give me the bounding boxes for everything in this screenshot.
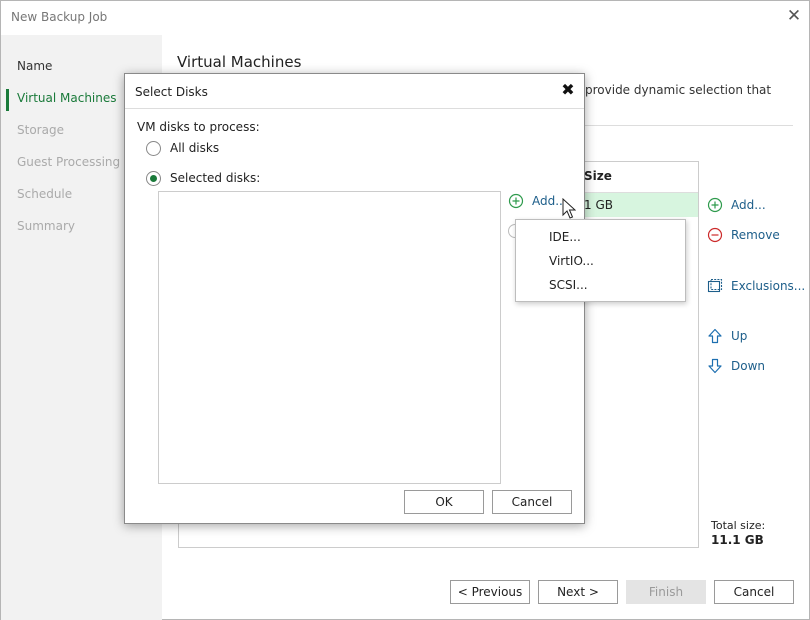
move-down-label: Down (731, 359, 766, 373)
row-size-cell: 1 GB (584, 198, 613, 212)
page-description: provide dynamic selection that (585, 83, 772, 97)
exclusions-button[interactable]: Exclusions... (707, 277, 805, 295)
cancel-button[interactable]: Cancel (714, 580, 794, 604)
remove-object-label: Remove (731, 228, 780, 242)
exclusions-icon (707, 278, 723, 294)
page-title: Virtual Machines (177, 53, 302, 71)
selected-disks-radio[interactable] (146, 171, 161, 186)
step-storage: Storage (17, 123, 64, 137)
finish-button: Finish (626, 580, 706, 604)
selected-disks-label[interactable]: Selected disks: (170, 171, 260, 185)
all-disks-radio[interactable] (146, 141, 161, 156)
move-down-button[interactable]: Down (707, 357, 765, 375)
window-close-icon[interactable]: ✕ (783, 4, 805, 28)
arrow-down-icon (707, 358, 723, 374)
step-name[interactable]: Name (17, 59, 52, 73)
exclusions-label: Exclusions... (731, 279, 806, 293)
window-title: New Backup Job (11, 10, 108, 24)
all-disks-label[interactable]: All disks (170, 141, 219, 155)
total-size-value: 11.1 GB (711, 533, 764, 547)
dialog-close-icon[interactable]: ✖ (558, 80, 578, 100)
add-disk-button[interactable]: Add... (508, 193, 567, 209)
add-object-label: Add... (731, 198, 766, 212)
previous-button[interactable]: < Previous (450, 580, 530, 604)
dialog-title: Select Disks (135, 85, 208, 99)
add-disk-menu: IDE... VirtIO... SCSI... (515, 219, 686, 302)
mouse-pointer-icon (562, 197, 577, 220)
move-up-label: Up (731, 329, 748, 343)
total-size-label: Total size: (711, 519, 766, 532)
selected-disks-list[interactable] (158, 191, 501, 484)
dialog-cancel-button[interactable]: Cancel (492, 490, 572, 514)
step-schedule: Schedule (17, 187, 73, 201)
dialog-title-divider (125, 108, 584, 109)
step-summary: Summary (17, 219, 75, 233)
column-header-size[interactable]: Size (584, 169, 612, 183)
dialog-ok-button[interactable]: OK (404, 490, 484, 514)
disks-to-process-label: VM disks to process: (137, 120, 260, 134)
step-guest-processing: Guest Processing (17, 155, 121, 169)
next-button[interactable]: Next > (538, 580, 618, 604)
menu-item-ide[interactable]: IDE... (549, 230, 581, 244)
add-object-button[interactable]: Add... (707, 196, 766, 214)
menu-item-virtio[interactable]: VirtIO... (549, 254, 594, 268)
remove-circle-icon (707, 227, 723, 243)
move-up-button[interactable]: Up (707, 327, 747, 345)
active-step-indicator (6, 89, 9, 111)
new-backup-job-window: New Backup Job ✕ Name Virtual Machines S… (0, 0, 810, 620)
menu-item-scsi[interactable]: SCSI... (549, 278, 588, 292)
arrow-up-icon (707, 328, 723, 344)
title-bar: New Backup Job ✕ (1, 1, 809, 35)
add-circle-icon (707, 197, 723, 213)
remove-object-button[interactable]: Remove (707, 226, 780, 244)
add-circle-icon (508, 193, 524, 209)
step-virtual-machines[interactable]: Virtual Machines (17, 91, 117, 105)
